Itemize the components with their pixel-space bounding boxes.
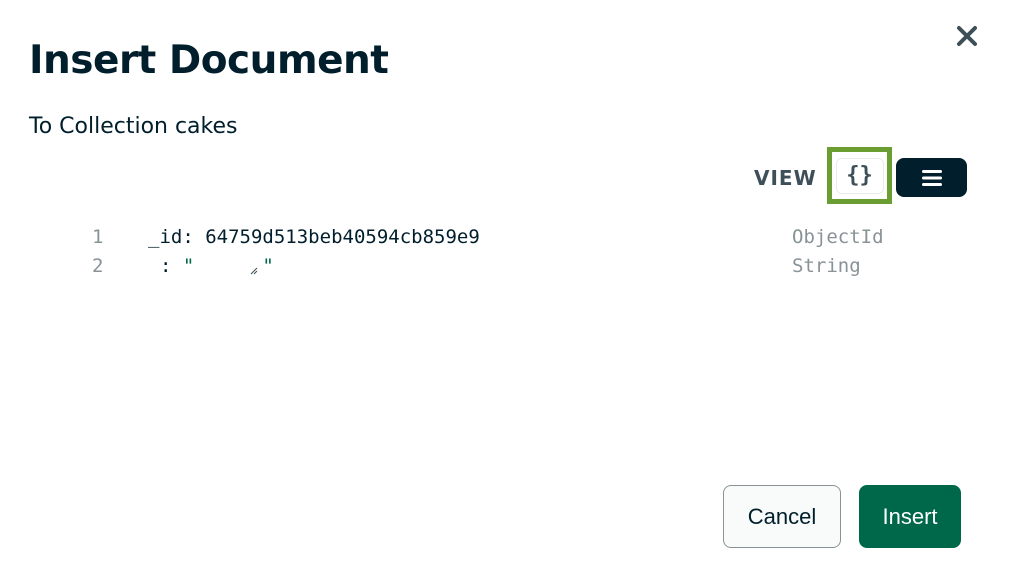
resize-handle-icon[interactable] xyxy=(250,267,258,275)
dialog-title: Insert Document xyxy=(29,38,389,83)
string-value-input[interactable] xyxy=(194,255,262,275)
close-icon[interactable] xyxy=(955,24,979,48)
field-separator: : xyxy=(160,255,172,277)
field-type[interactable]: String xyxy=(792,255,861,277)
line-number: 2 xyxy=(92,255,104,277)
field-value: 64759d513beb40594cb859e9 xyxy=(205,226,480,248)
field-type[interactable]: ObjectId xyxy=(792,226,884,248)
field-row: 2 : " " String xyxy=(0,255,1010,284)
field-separator: : xyxy=(182,226,194,248)
cancel-button[interactable]: Cancel xyxy=(723,485,841,548)
open-quote: " xyxy=(182,255,195,277)
field-key: _id xyxy=(148,226,183,248)
insert-button[interactable]: Insert xyxy=(859,485,961,548)
view-label: VIEW xyxy=(754,166,817,190)
close-quote: " xyxy=(262,255,274,277)
field-key-value: : " " xyxy=(160,255,274,277)
list-view-button[interactable] xyxy=(896,158,967,197)
list-icon xyxy=(921,169,942,186)
line-number: 1 xyxy=(92,226,104,248)
curly-braces-icon: {} xyxy=(835,157,884,194)
field-key-value[interactable]: _id: 64759d513beb40594cb859e9 xyxy=(148,226,480,248)
json-view-button[interactable]: {} xyxy=(827,147,892,204)
dialog-subtitle: To Collection cakes xyxy=(29,114,238,139)
field-row: 1 _id: 64759d513beb40594cb859e9 ObjectId xyxy=(0,226,1010,255)
document-editor: 1 _id: 64759d513beb40594cb859e9 ObjectId… xyxy=(0,226,1010,284)
